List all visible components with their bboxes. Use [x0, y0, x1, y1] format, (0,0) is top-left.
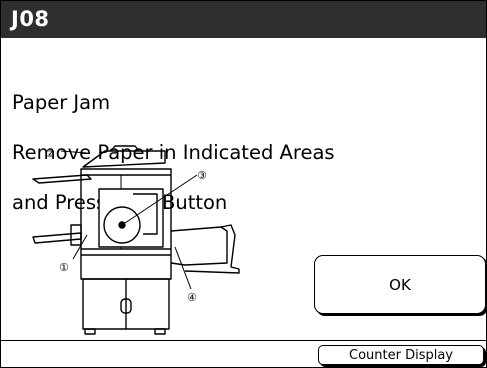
ok-button[interactable]: OK [314, 255, 486, 314]
counter-display-button[interactable]: Counter Display [318, 345, 484, 365]
drum-unit [98, 188, 164, 248]
feed-tray [32, 174, 92, 184]
title-bar: J08 [1, 1, 486, 38]
marker-3: ③ [197, 169, 207, 182]
jam-screen: J08 Paper Jam Remove Paper in Indicated … [0, 0, 487, 368]
error-code-title: J08 [11, 7, 50, 31]
marker-2: ② [45, 147, 55, 160]
side-tray [32, 232, 82, 244]
message-line-1: Paper Jam [12, 91, 111, 114]
scanner-top [82, 150, 166, 168]
marker-4: ④ [187, 291, 197, 304]
footer-divider [1, 340, 486, 341]
marker-1: ① [59, 261, 69, 274]
printer-diagram: ① ② ③ ④ [32, 145, 240, 335]
